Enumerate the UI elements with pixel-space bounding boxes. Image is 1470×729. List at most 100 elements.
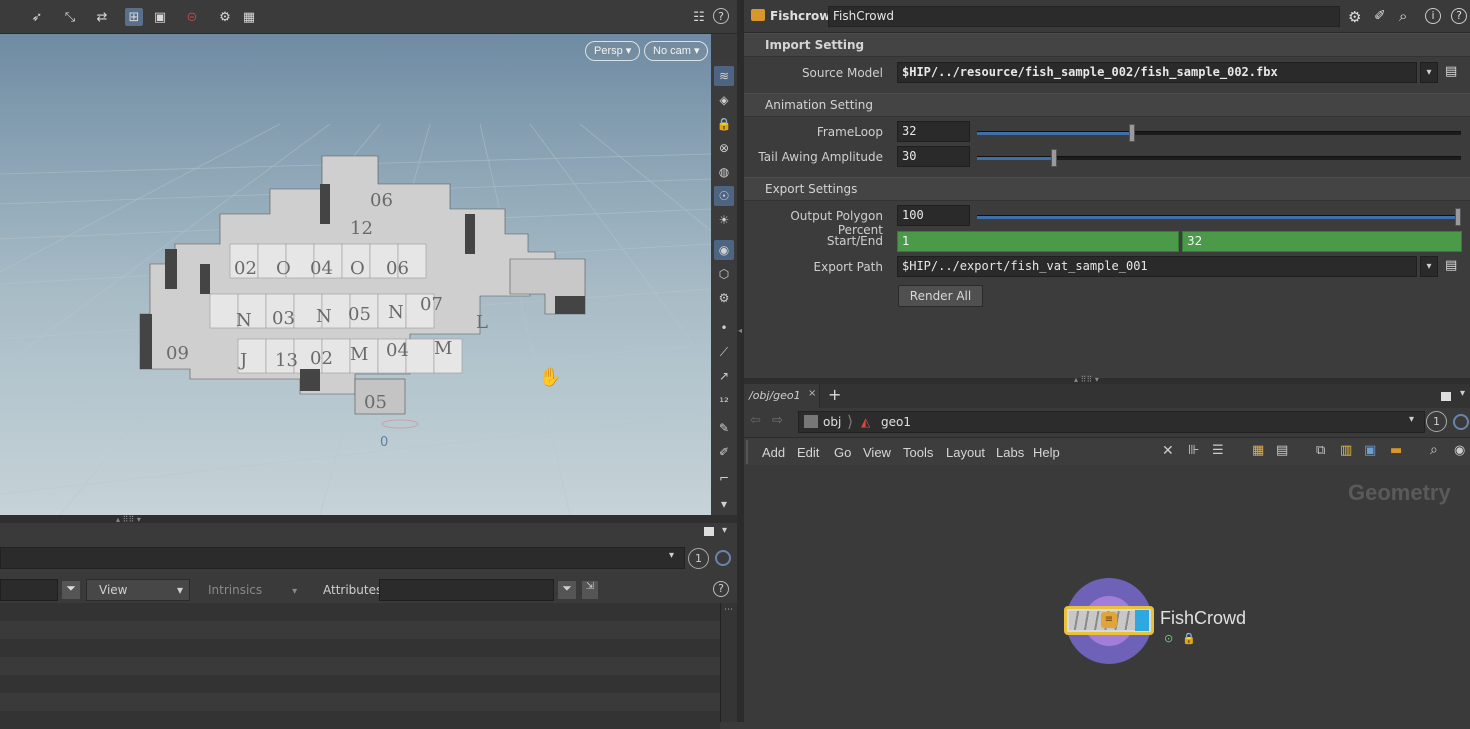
export-section-header[interactable]: Export Settings <box>744 177 1470 201</box>
edge-icon[interactable]: ⟋ <box>714 342 734 362</box>
menu-view[interactable]: View <box>863 445 891 460</box>
source-model-input[interactable]: $HIP/../resource/fish_sample_002/fish_sa… <box>897 62 1417 83</box>
package-icon[interactable]: ▬ <box>1390 443 1402 458</box>
start-frame-input[interactable]: 1 <box>897 231 1179 252</box>
lock-icon[interactable]: 🔒 <box>714 114 734 134</box>
chevron-down-icon[interactable]: ▾ <box>669 550 674 561</box>
tab-obj-geo1[interactable]: /obj/geo1 × <box>744 384 820 408</box>
node-name-input[interactable]: FishCrowd <box>828 6 1340 27</box>
curve-icon[interactable]: ⌐ <box>714 468 734 488</box>
network-canvas[interactable]: Geometry ≡ FishCrowd ⊙ 🔒 <box>744 465 1470 722</box>
chevron-down-icon[interactable]: ▾ <box>1420 256 1438 277</box>
chevron-down-icon[interactable]: ▾ <box>1409 414 1414 425</box>
wrench-icon[interactable]: ✕ <box>1162 443 1174 459</box>
intrinsics-dropdown[interactable]: Intrinsics ▾ <box>208 583 297 597</box>
table-row[interactable] <box>0 657 720 675</box>
move-tool-icon[interactable]: ⤡ <box>61 8 79 26</box>
layout-icon[interactable]: ☷ <box>690 8 708 26</box>
polygon-percent-input[interactable]: 100 <box>897 205 970 226</box>
camera-icon[interactable]: ⚙ <box>714 288 734 308</box>
menu-labs[interactable]: Labs <box>996 445 1024 460</box>
node-filter-input[interactable] <box>0 579 58 601</box>
camera-menu[interactable]: No cam ▾ <box>644 41 709 61</box>
paint-icon[interactable]: ✐ <box>714 442 734 462</box>
table-row[interactable] <box>0 621 720 639</box>
node-lock-icon[interactable]: 🔒 <box>1182 632 1196 645</box>
light-icon[interactable]: ☉ <box>714 186 734 206</box>
fishcrowd-node[interactable]: ≡ <box>1064 606 1154 635</box>
attributes-input[interactable] <box>379 579 554 601</box>
spreadsheet-table[interactable] <box>0 603 720 729</box>
chevron-down-icon[interactable]: ▾ <box>1460 388 1465 399</box>
select-tool-icon[interactable]: ➶ <box>28 8 46 26</box>
image-icon[interactable]: ▣ <box>1364 443 1376 458</box>
path-breadcrumb[interactable]: obj ⟩ ◭ geo1 ▾ <box>798 411 1425 433</box>
polygon-percent-slider[interactable] <box>977 208 1461 226</box>
stop-icon[interactable]: ⊝ <box>183 8 201 26</box>
pin-scope-button[interactable]: 1 <box>1426 411 1447 432</box>
snap-icon[interactable]: ⊞ <box>125 8 143 26</box>
table-row[interactable] <box>0 675 720 693</box>
perspective-menu[interactable]: Persp ▾ <box>585 41 641 61</box>
camera-settings-icon[interactable]: ⚙ <box>216 8 234 26</box>
menu-edit[interactable]: Edit <box>797 445 819 460</box>
animation-section-header[interactable]: Animation Setting <box>744 93 1470 117</box>
view-dropdown[interactable]: View ▾ <box>86 579 190 601</box>
brush-icon[interactable]: ✎ <box>714 418 734 438</box>
brush-tool-icon[interactable]: ✐ <box>1374 8 1386 24</box>
link-icon[interactable] <box>715 550 731 566</box>
help-icon[interactable]: ? <box>713 581 729 597</box>
spreadsheet-path-field[interactable]: ▾ <box>0 547 685 569</box>
number-display-icon[interactable]: ¹² <box>714 392 734 412</box>
menu-tools[interactable]: Tools <box>903 445 933 460</box>
help-icon[interactable]: ? <box>1451 8 1467 24</box>
frameloop-input[interactable]: 32 <box>897 121 970 142</box>
info-icon[interactable]: i <box>1425 8 1441 24</box>
network-box-icon[interactable]: ⧉ <box>1316 443 1325 458</box>
file-browse-icon[interactable]: ▤ <box>1445 258 1457 273</box>
display-options-icon[interactable]: ▣ <box>151 8 169 26</box>
list-icon[interactable]: ☰ <box>1212 443 1224 458</box>
node-label[interactable]: FishCrowd <box>1160 608 1246 629</box>
attribute-filter-icon[interactable]: ⏷ <box>558 581 576 599</box>
table-row[interactable] <box>0 693 720 711</box>
forward-arrow-icon[interactable]: ⇨ <box>772 413 783 428</box>
table-row[interactable] <box>0 711 720 729</box>
eye-icon[interactable]: ◉ <box>1454 443 1465 458</box>
pane-splitter[interactable]: ▴ ⠿⠿ ▾ <box>0 515 737 524</box>
close-geo-icon[interactable]: ⊗ <box>714 138 734 158</box>
breadcrumb-obj[interactable]: obj <box>823 415 841 429</box>
filter-icon[interactable]: ⏷ <box>62 581 80 599</box>
point-icon[interactable]: • <box>714 318 734 338</box>
pane-menu-icon[interactable] <box>1441 392 1451 401</box>
menu-go[interactable]: Go <box>834 445 851 460</box>
ghost-icon[interactable]: ◈ <box>714 90 734 110</box>
vertical-pane-splitter[interactable]: ◂ <box>737 0 744 722</box>
shading-icon[interactable]: ◉ <box>714 240 734 260</box>
import-section-header[interactable]: Import Setting <box>744 33 1470 57</box>
scroll-down-icon[interactable]: ▾ <box>714 494 734 514</box>
export-icon[interactable]: ⇲ <box>582 581 598 599</box>
tail-amplitude-slider[interactable] <box>977 149 1461 167</box>
transform-tool-icon[interactable]: ⇄ <box>93 8 111 26</box>
add-tab-icon[interactable]: + <box>828 385 841 404</box>
menu-layout[interactable]: Layout <box>946 445 985 460</box>
gear-icon[interactable]: ⚙ <box>1348 8 1361 26</box>
render-all-button[interactable]: Render All <box>898 285 983 307</box>
menu-add[interactable]: Add <box>762 445 785 460</box>
shelf-handle[interactable] <box>746 440 754 464</box>
normal-icon[interactable]: ↗ <box>714 366 734 386</box>
sticky-note-icon[interactable]: ▥ <box>1340 443 1352 458</box>
table-row[interactable] <box>0 639 720 657</box>
breadcrumb-geo1[interactable]: geo1 <box>881 415 911 429</box>
help-icon[interactable]: ? <box>713 8 729 24</box>
headlight-icon[interactable]: ☀ <box>714 210 734 230</box>
end-frame-input[interactable]: 32 <box>1182 231 1462 252</box>
render-region-icon[interactable]: ▦ <box>240 8 258 26</box>
scrollbar[interactable]: ⋯ <box>720 603 737 722</box>
export-path-input[interactable]: $HIP/../export/fish_vat_sample_001 <box>897 256 1417 277</box>
search-icon[interactable]: ⌕ <box>1399 7 1407 25</box>
sphere-icon[interactable]: ◍ <box>714 162 734 182</box>
wireframe-icon[interactable]: ⬡ <box>714 264 734 284</box>
color-palette-icon[interactable]: ▦ <box>1252 443 1264 458</box>
